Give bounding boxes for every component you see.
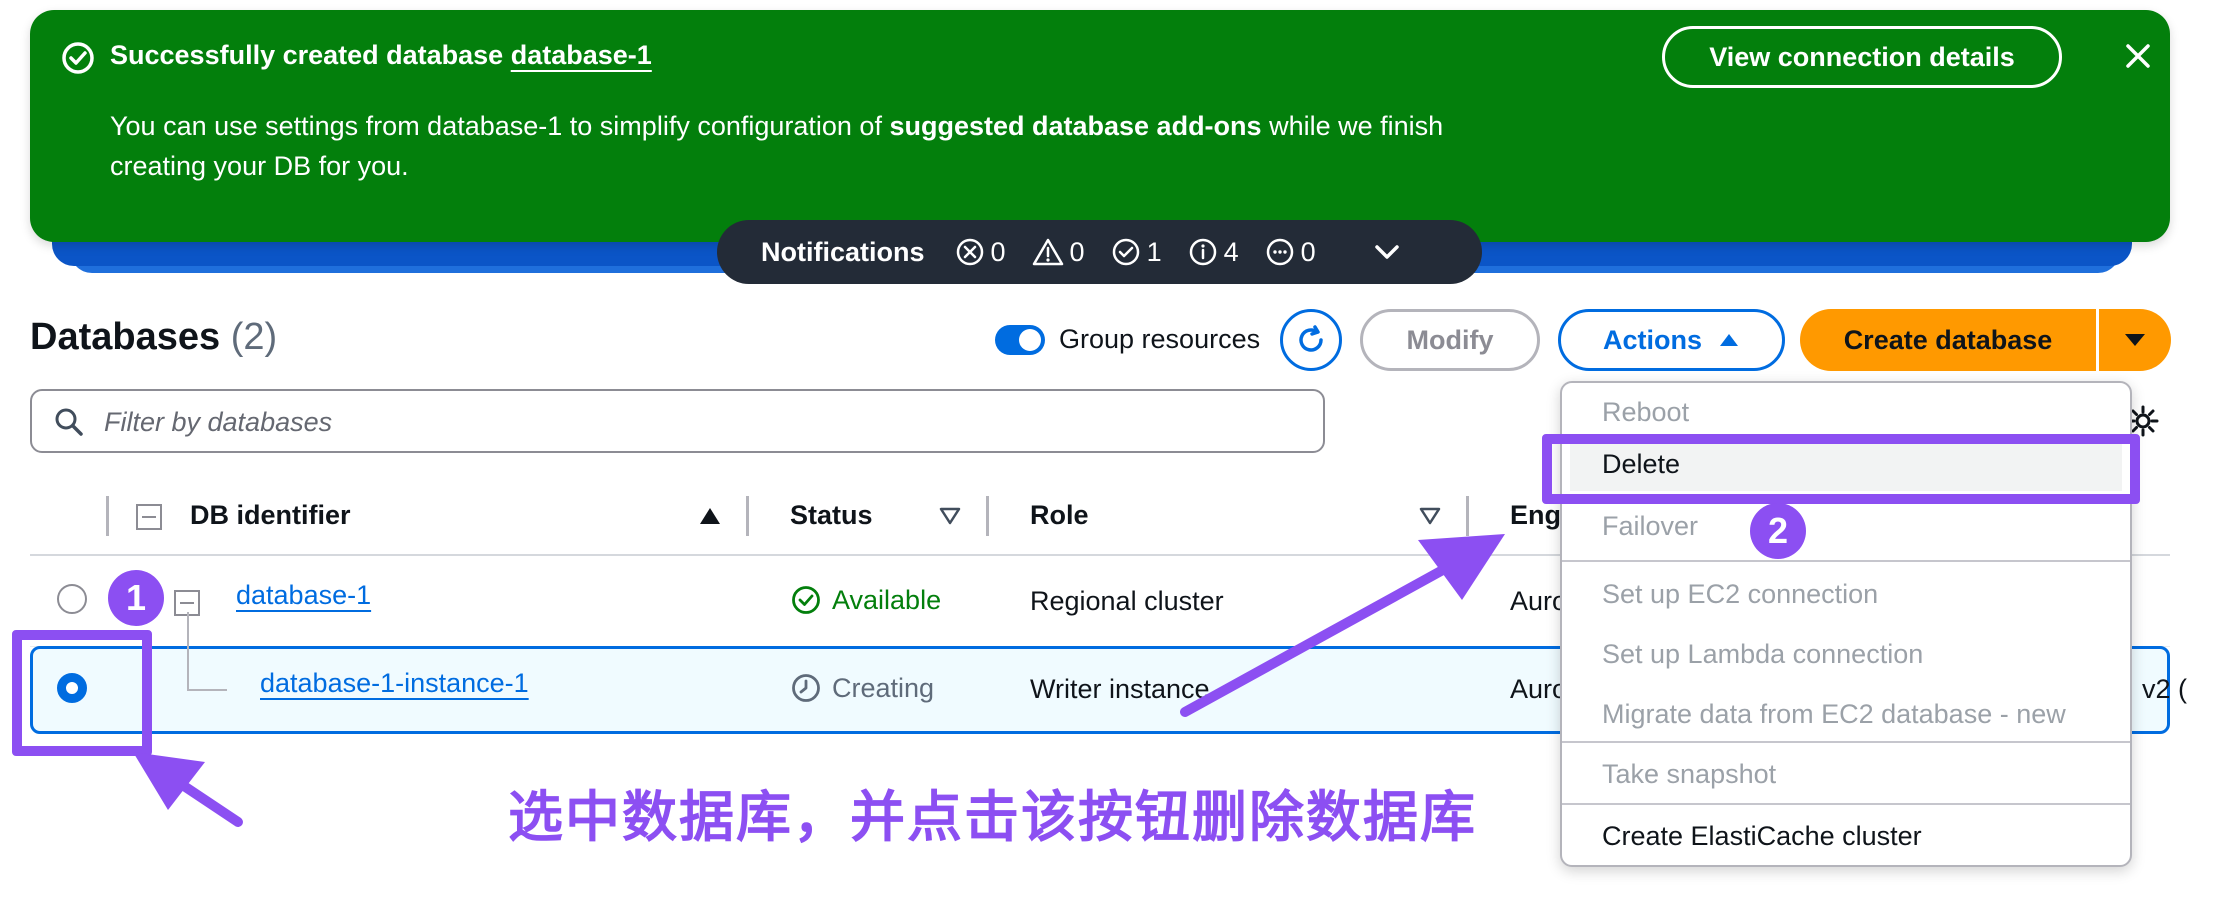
annotation-caption: 选中数据库，并点击该按钮删除数据库 [508, 786, 1478, 848]
arrow-to-delete [1180, 534, 1505, 717]
arrow-to-radio [133, 752, 243, 827]
